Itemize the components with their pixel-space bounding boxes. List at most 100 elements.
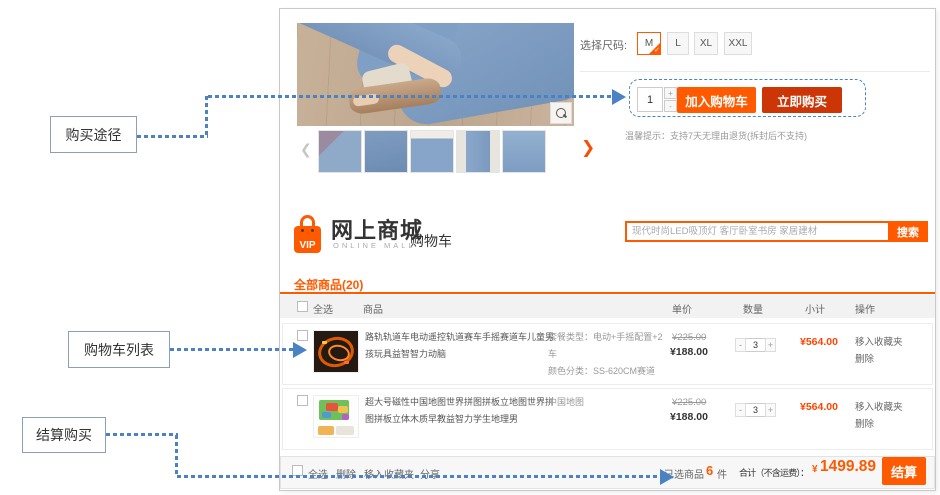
selected-items-unit: 件 [717, 466, 727, 481]
annotation-arrow-icon [293, 342, 307, 358]
row1-qty-decrease-button[interactable]: - [735, 338, 746, 352]
row2-product-title[interactable]: 超大号磁性中国地图世界拼图拼板立地图世界拼图拼板立体木质早教益智力学生地理男 [365, 394, 561, 428]
annotation-buy-path: 购买途径 [50, 116, 137, 153]
annotation-connector [177, 475, 660, 478]
row2-checkbox[interactable] [297, 395, 308, 406]
thumbnail-2[interactable] [364, 130, 408, 173]
search-bar: 搜索 [625, 221, 928, 242]
checkout-button[interactable]: 结算 [882, 457, 926, 485]
footer-delete-link[interactable]: 删除 [336, 466, 356, 481]
total-price: 1499.89 [820, 458, 876, 476]
bag-dot [311, 229, 314, 232]
size-option-xl[interactable]: XL [694, 32, 718, 55]
annotation-label: 结算购买 [36, 425, 92, 445]
row2-attr1: 中国地图 [548, 394, 668, 411]
annotation-connector [208, 95, 612, 98]
row1-attr2: 颜色分类：SS-620CM赛道 [548, 363, 668, 380]
size-option-label: L [675, 38, 681, 49]
row2-move-to-favorites-link[interactable]: 移入收藏夹 [855, 399, 903, 413]
row1-price: ¥188.00 [670, 346, 708, 358]
footer-share-link[interactable]: 分享 [420, 466, 440, 481]
quantity-increase-button[interactable]: + [664, 87, 677, 99]
site-subtitle: ONLINE MALL [333, 241, 416, 250]
row2-qty-decrease-button[interactable]: - [735, 403, 746, 417]
magnifier-icon [556, 108, 567, 119]
row1-delete-link[interactable]: 删除 [855, 351, 874, 365]
select-all-checkbox[interactable] [297, 301, 308, 312]
row2-delete-link[interactable]: 删除 [855, 416, 874, 430]
logo-bag-icon: VIP [294, 226, 321, 253]
footer-move-favorites-link[interactable]: 移入收藏夹 [364, 466, 414, 481]
add-to-cart-button[interactable]: 加入购物车 [677, 87, 756, 113]
size-option-xxl[interactable]: XXL [724, 32, 752, 55]
annotation-connector [170, 348, 293, 351]
return-policy-tip: 温馨提示：支持7天无理由退货(拆封后不支持) [625, 129, 807, 142]
row1-checkbox[interactable] [297, 330, 308, 341]
currency-symbol: ¥ [812, 464, 818, 475]
row2-product-image[interactable] [313, 395, 359, 438]
row1-qty-increase-button[interactable]: + [765, 338, 776, 352]
total-label: 合计（不含运费）： [739, 466, 808, 479]
size-option-label: XXL [729, 38, 748, 49]
footer-select-all-link[interactable]: 全选 [308, 466, 328, 481]
thumbnail-4[interactable] [456, 130, 500, 173]
row1-product-image[interactable] [313, 330, 359, 373]
annotation-connector [205, 96, 208, 138]
row1-quantity-stepper: - 3 + [735, 338, 776, 352]
screenshot-canvas: ❮ ❯ 选择尺码: M ✓ L XL XXL + - 加入购物车 立即购买 温馨… [0, 0, 940, 495]
thumbnail-next-icon[interactable]: ❯ [581, 138, 595, 158]
search-input[interactable] [625, 221, 888, 242]
column-subtotal: 小计 [805, 301, 825, 316]
row1-product-title[interactable]: 路轨轨道车电动遥控轨道赛车手摇赛道车儿童男孩玩具益智智力动脑 [365, 329, 561, 363]
row1-subtotal: ¥564.00 [800, 336, 838, 348]
column-product: 商品 [363, 301, 383, 316]
column-quantity: 数量 [743, 301, 763, 316]
search-button[interactable]: 搜索 [888, 221, 928, 242]
bag-dot [301, 229, 304, 232]
annotation-connector [106, 433, 178, 436]
annotation-connector [137, 135, 208, 138]
annotation-label: 购买途径 [66, 125, 122, 145]
annotation-connector [175, 435, 178, 477]
size-option-label: M [645, 38, 653, 49]
tab-underline [280, 292, 935, 294]
buy-now-button[interactable]: 立即购买 [762, 87, 842, 113]
row1-qty-value[interactable]: 3 [746, 338, 765, 352]
row2-subtotal: ¥564.00 [800, 401, 838, 413]
china-map-art [314, 396, 358, 437]
column-action: 操作 [855, 301, 875, 316]
row1-attributes: 套餐类型：电动+手摇配置+2车 颜色分类：SS-620CM赛道 [548, 329, 668, 380]
row1-original-price: ¥225.00 [672, 332, 706, 343]
size-option-m[interactable]: M ✓ [637, 32, 661, 55]
tab-all-items[interactable]: 全部商品(20) [294, 276, 363, 293]
annotation-cart-list: 购物车列表 [68, 331, 170, 368]
row2-qty-value[interactable]: 3 [746, 403, 765, 417]
quantity-decrease-button[interactable]: - [664, 100, 677, 112]
quantity-input[interactable] [637, 87, 663, 112]
page-title-cart: 购物车 [410, 231, 452, 251]
thumbnail-3[interactable] [410, 130, 454, 173]
annotation-arrow-icon [660, 469, 674, 485]
row2-price: ¥188.00 [670, 411, 708, 423]
row2-original-price: ¥225.00 [672, 397, 706, 408]
race-track-art [314, 331, 358, 372]
annotation-label: 购物车列表 [84, 340, 154, 360]
row2-attributes: 中国地图 [548, 394, 668, 411]
column-price: 单价 [672, 301, 692, 316]
thumbnail-1[interactable] [318, 130, 362, 173]
size-option-label: XL [700, 38, 712, 49]
product-main-image[interactable] [297, 23, 574, 126]
annotation-checkout: 结算购买 [22, 417, 106, 453]
thumbnail-5[interactable] [502, 130, 546, 173]
image-zoom-button[interactable] [550, 102, 572, 124]
column-select-all[interactable]: 全选 [313, 301, 333, 316]
size-option-l[interactable]: L [667, 32, 689, 55]
row2-qty-increase-button[interactable]: + [765, 403, 776, 417]
row2-quantity-stepper: - 3 + [735, 403, 776, 417]
logo-vip-text: VIP [299, 238, 315, 253]
thumbnail-prev-icon[interactable]: ❮ [300, 141, 312, 158]
row1-attr1: 套餐类型：电动+手摇配置+2车 [548, 329, 668, 363]
row1-move-to-favorites-link[interactable]: 移入收藏夹 [855, 334, 903, 348]
size-select-label: 选择尺码: [580, 37, 627, 53]
section-divider [580, 71, 930, 72]
